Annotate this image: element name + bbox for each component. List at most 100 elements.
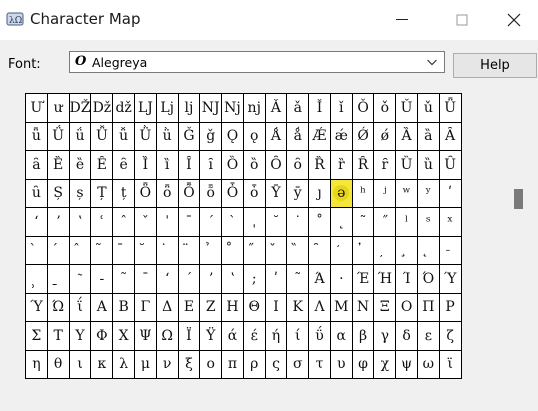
character-cell[interactable]: ȳ bbox=[286, 178, 310, 208]
character-cell[interactable]: NJ bbox=[199, 93, 223, 123]
character-cell[interactable]: ̏ bbox=[286, 235, 310, 265]
character-cell[interactable]: ι bbox=[68, 349, 92, 379]
character-cell[interactable]: Δ bbox=[155, 292, 179, 322]
character-cell[interactable]: Ν bbox=[351, 292, 375, 322]
character-cell[interactable]: Ά bbox=[308, 264, 331, 294]
character-cell[interactable]: Ǚ bbox=[90, 121, 114, 151]
character-cell[interactable]: ˡ bbox=[395, 207, 418, 237]
character-cell[interactable]: Ǧ bbox=[177, 121, 201, 151]
character-cell[interactable]: θ bbox=[46, 349, 70, 379]
character-cell[interactable]: dž bbox=[112, 93, 136, 123]
character-cell[interactable]: Ȗ bbox=[438, 150, 462, 180]
character-cell[interactable]: ǽ bbox=[329, 121, 353, 151]
maximize-button[interactable] bbox=[432, 0, 492, 40]
character-cell[interactable]: λ bbox=[112, 349, 136, 379]
character-cell[interactable]: ˋ bbox=[221, 207, 244, 237]
character-cell[interactable]: ˜ bbox=[286, 264, 310, 294]
character-cell[interactable]: ̋ bbox=[242, 235, 266, 265]
character-cell[interactable]: ̦ bbox=[373, 235, 397, 265]
character-cell[interactable]: ˝ bbox=[373, 207, 397, 237]
character-cell[interactable]: ͂ bbox=[68, 264, 92, 294]
character-cell[interactable]: π bbox=[221, 349, 244, 379]
character-cell[interactable]: Ȑ bbox=[308, 150, 331, 180]
character-cell[interactable]: ǚ bbox=[112, 121, 136, 151]
character-cell-selected[interactable]: ə bbox=[329, 178, 353, 208]
character-cell[interactable]: Ȱ bbox=[221, 178, 244, 208]
character-cell[interactable]: ̀ bbox=[25, 235, 48, 265]
character-cell[interactable]: lj bbox=[177, 93, 201, 123]
character-cell[interactable]: Ω bbox=[155, 321, 179, 351]
help-button[interactable]: Help bbox=[453, 53, 537, 78]
character-cell[interactable]: ȕ bbox=[416, 150, 440, 180]
character-cell[interactable]: ȉ bbox=[155, 150, 179, 180]
character-cell[interactable]: ˙ bbox=[286, 207, 310, 237]
character-cell[interactable]: ̊ bbox=[221, 235, 244, 265]
character-cell[interactable]: Ȓ bbox=[351, 150, 375, 180]
character-cell[interactable]: Ε bbox=[177, 292, 201, 322]
character-cell[interactable]: ˊ bbox=[177, 264, 201, 294]
character-cell[interactable]: ‐ bbox=[90, 264, 114, 294]
character-cell[interactable]: ȭ bbox=[199, 178, 223, 208]
character-cell[interactable]: ̨ bbox=[416, 235, 440, 265]
character-cell[interactable]: ̵ bbox=[438, 235, 462, 265]
character-cell[interactable]: ; bbox=[242, 264, 266, 294]
minimize-button[interactable] bbox=[372, 0, 432, 40]
character-cell[interactable]: Ȕ bbox=[395, 150, 418, 180]
character-cell[interactable]: Ǐ bbox=[308, 93, 331, 123]
character-cell[interactable]: ǧ bbox=[199, 121, 223, 151]
character-cell[interactable]: ψ bbox=[395, 349, 418, 379]
font-dropdown[interactable]: O Alegreya bbox=[69, 51, 445, 73]
character-cell[interactable]: ζ bbox=[438, 321, 462, 351]
character-cell[interactable]: ̹ bbox=[25, 264, 48, 294]
character-cell[interactable]: μ bbox=[134, 349, 157, 379]
character-cell[interactable]: δ bbox=[395, 321, 418, 351]
character-cell[interactable]: Ξ bbox=[373, 292, 397, 322]
character-cell[interactable]: Ή bbox=[373, 264, 397, 294]
character-cell[interactable]: ȍ bbox=[242, 150, 266, 180]
character-cell[interactable]: Ȫ bbox=[134, 178, 157, 208]
character-cell[interactable]: η bbox=[25, 349, 48, 379]
character-cell[interactable]: ο bbox=[199, 349, 223, 379]
character-cell[interactable]: ε bbox=[416, 321, 440, 351]
character-cell[interactable]: σ bbox=[286, 349, 310, 379]
character-cell[interactable]: Ζ bbox=[199, 292, 223, 322]
character-cell[interactable]: ̉ bbox=[199, 235, 223, 265]
character-cell[interactable]: ̄ bbox=[112, 235, 136, 265]
character-cell[interactable]: Ȉ bbox=[134, 150, 157, 180]
character-cell[interactable]: ́ bbox=[46, 235, 70, 265]
character-cell[interactable]: Lj bbox=[155, 93, 179, 123]
character-cell[interactable]: ȅ bbox=[68, 150, 92, 180]
character-cell[interactable]: ǿ bbox=[373, 121, 397, 151]
character-cell[interactable]: Ρ bbox=[438, 292, 462, 322]
character-cell[interactable]: Π bbox=[416, 292, 440, 322]
character-cell[interactable]: ǐ bbox=[329, 93, 353, 123]
character-cell[interactable]: Ș bbox=[46, 178, 70, 208]
character-cell[interactable]: ΰ bbox=[308, 321, 331, 351]
character-cell[interactable]: ̧ bbox=[395, 235, 418, 265]
character-cell[interactable]: ǻ bbox=[286, 121, 310, 151]
character-cell[interactable]: φ bbox=[351, 349, 375, 379]
character-cell[interactable]: Ǻ bbox=[264, 121, 288, 151]
character-cell[interactable]: ˌ bbox=[242, 207, 266, 237]
character-cell[interactable]: ʿ bbox=[90, 207, 114, 237]
character-cell[interactable]: ǜ bbox=[155, 121, 179, 151]
character-cell[interactable]: Η bbox=[221, 292, 244, 322]
character-cell[interactable]: ǎ bbox=[286, 93, 310, 123]
character-cell[interactable]: ΐ bbox=[68, 292, 92, 322]
character-cell[interactable]: ̇ bbox=[155, 235, 179, 265]
character-cell[interactable]: ȷ bbox=[308, 178, 331, 208]
character-cell[interactable]: ς bbox=[264, 349, 288, 379]
character-cell[interactable]: Έ bbox=[351, 264, 375, 294]
character-cell[interactable]: Ȍ bbox=[221, 150, 244, 180]
character-cell[interactable]: Ȅ bbox=[46, 150, 70, 180]
character-cell[interactable]: ̂ bbox=[68, 235, 92, 265]
character-cell[interactable]: ȫ bbox=[155, 178, 179, 208]
character-cell[interactable]: LJ bbox=[134, 93, 157, 123]
character-cell[interactable]: Θ bbox=[242, 292, 266, 322]
character-cell[interactable]: ȁ bbox=[416, 121, 440, 151]
character-cell[interactable]: ǒ bbox=[373, 93, 397, 123]
character-cell[interactable]: Λ bbox=[308, 292, 331, 322]
character-cell[interactable]: ȗ bbox=[25, 178, 48, 208]
character-cell[interactable]: ˇ bbox=[134, 207, 157, 237]
scrollbar-thumb[interactable] bbox=[514, 189, 523, 209]
